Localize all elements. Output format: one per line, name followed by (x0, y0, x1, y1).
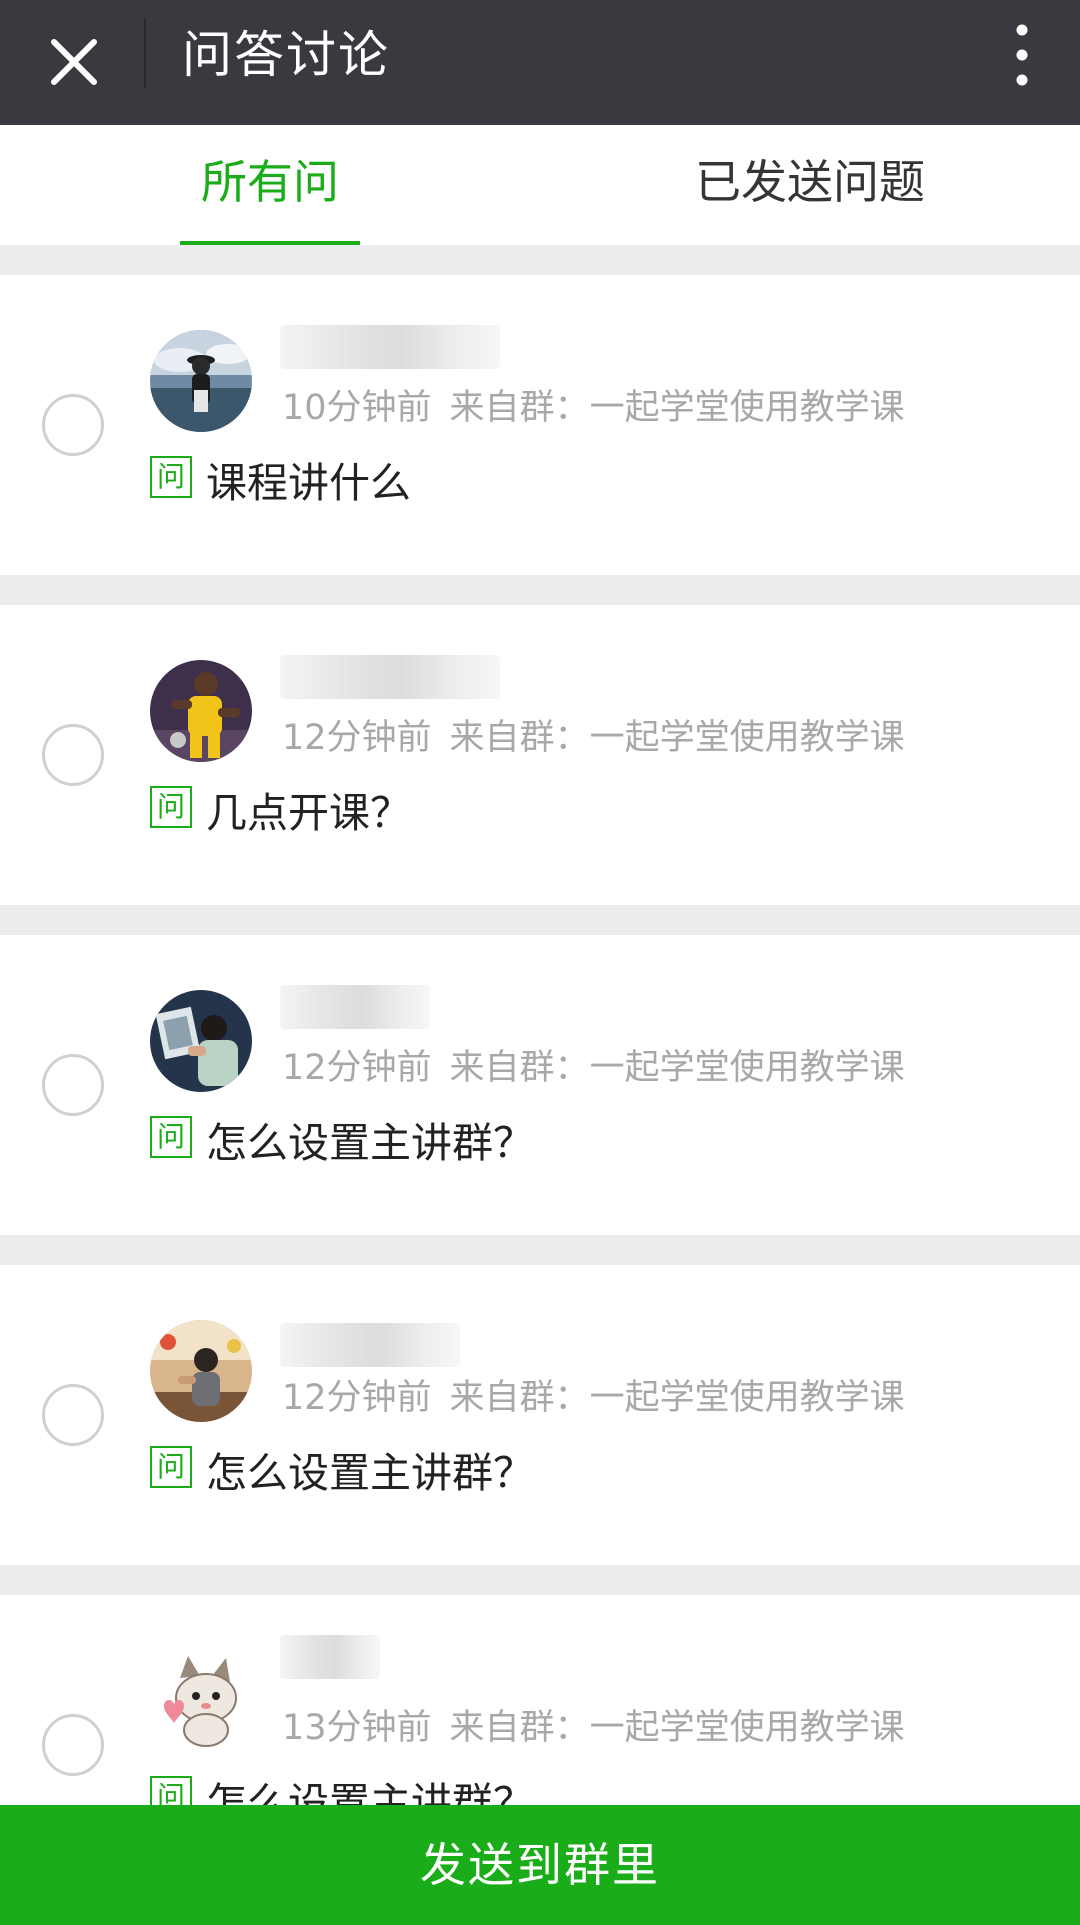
username-redacted (280, 655, 500, 699)
question-card[interactable]: 12分钟前 来自群：一起学堂使用教学课 问 几点开课？ (0, 605, 1080, 905)
avatar (150, 660, 252, 762)
question-meta: 12分钟前 来自群：一起学堂使用教学课 (282, 1039, 905, 1090)
question-meta: 10分钟前 来自群：一起学堂使用教学课 (282, 379, 905, 430)
avatar-image (150, 1650, 252, 1752)
question-time: 12分钟前 (282, 718, 432, 758)
tab-bar: 所有问题 已发送问题 (0, 125, 1080, 323)
question-meta: 12分钟前 来自群：一起学堂使用教学课 (282, 709, 905, 760)
question-card[interactable]: 10分钟前 来自群：一起学堂使用教学课 问 课程讲什么 (0, 275, 1080, 575)
tab-sent-questions[interactable]: 已发送问题 (690, 125, 930, 245)
active-tab-indicator (180, 241, 360, 245)
topbar-divider (144, 18, 146, 88)
source-group: 一起学堂使用教学课 (589, 1708, 905, 1748)
username-redacted (280, 985, 430, 1029)
source-group: 一起学堂使用教学课 (589, 388, 905, 428)
question-time: 12分钟前 (282, 1378, 432, 1418)
send-to-group-button[interactable]: 发送到群里 (0, 1805, 1080, 1925)
avatar-image (150, 1320, 252, 1422)
source-label: 来自群： (449, 388, 590, 428)
question-badge-icon: 问 (150, 456, 192, 498)
question-badge-icon: 问 (150, 786, 192, 828)
more-menu-button[interactable] (1002, 20, 1042, 90)
question-text: 几点开课？ (206, 789, 411, 837)
tab-sent-questions-label: 已发送问题 (695, 155, 925, 209)
question-text: 怎么设置主讲群？ (206, 1449, 534, 1497)
tab-all-questions[interactable]: 所有问题 (180, 125, 360, 323)
question-time: 12分钟前 (282, 1048, 432, 1088)
close-button[interactable] (30, 18, 118, 106)
close-icon (51, 39, 97, 85)
select-radio[interactable] (42, 1714, 104, 1776)
avatar (150, 1320, 252, 1422)
source-label: 来自群： (449, 1708, 590, 1748)
select-radio[interactable] (42, 724, 104, 786)
page-title: 问答讨论 (182, 26, 390, 84)
avatar (150, 1650, 252, 1752)
more-vertical-icon (1016, 24, 1028, 86)
select-radio[interactable] (42, 1054, 104, 1116)
question-badge-icon: 问 (150, 1116, 192, 1158)
avatar (150, 330, 252, 432)
source-group: 一起学堂使用教学课 (589, 1378, 905, 1418)
source-label: 来自群： (449, 1378, 590, 1418)
question-text: 怎么设置主讲群？ (206, 1119, 534, 1167)
source-group: 一起学堂使用教学课 (589, 1048, 905, 1088)
username-redacted (280, 1635, 380, 1679)
question-card[interactable]: 12分钟前 来自群：一起学堂使用教学课 问 怎么设置主讲群？ (0, 1265, 1080, 1565)
select-radio[interactable] (42, 1384, 104, 1446)
question-card[interactable]: 12分钟前 来自群：一起学堂使用教学课 问 怎么设置主讲群？ (0, 935, 1080, 1235)
question-text: 课程讲什么 (206, 459, 411, 507)
select-radio[interactable] (42, 394, 104, 456)
source-label: 来自群： (449, 718, 590, 758)
question-meta: 13分钟前 来自群：一起学堂使用教学课 (282, 1699, 905, 1750)
avatar-image (150, 660, 252, 762)
username-redacted (280, 1323, 460, 1367)
avatar (150, 990, 252, 1092)
source-group: 一起学堂使用教学课 (589, 718, 905, 758)
qa-discussion-screen: 问答讨论 所有问题 已发送问题 (0, 0, 1080, 1925)
source-label: 来自群： (449, 1048, 590, 1088)
top-bar: 问答讨论 (0, 0, 1080, 125)
username-redacted (280, 325, 500, 369)
question-meta: 12分钟前 来自群：一起学堂使用教学课 (282, 1369, 905, 1420)
question-badge-icon: 问 (150, 1446, 192, 1488)
avatar-image (150, 990, 252, 1092)
avatar-image (150, 330, 252, 432)
question-time: 13分钟前 (282, 1708, 432, 1748)
question-time: 10分钟前 (282, 388, 432, 428)
